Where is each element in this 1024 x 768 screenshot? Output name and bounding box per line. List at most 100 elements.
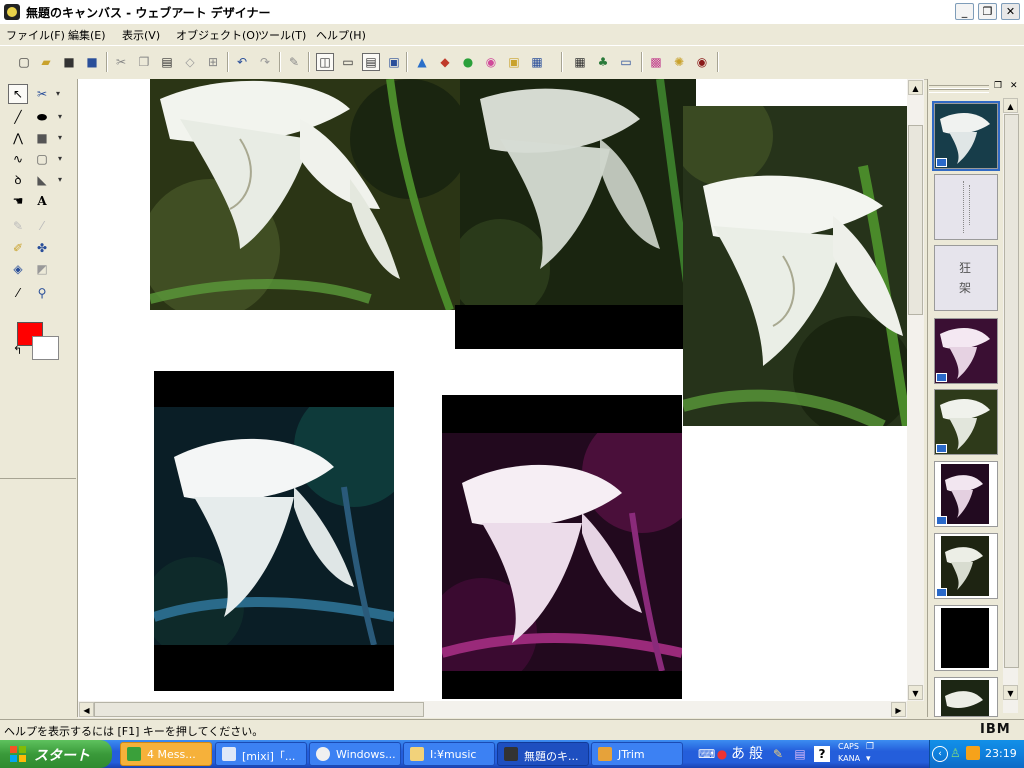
view-mode-4-icon[interactable]: ▣ bbox=[386, 54, 402, 70]
task-canvas[interactable]: 無題のキ... bbox=[497, 742, 589, 766]
line-tool-icon[interactable]: ╱ bbox=[9, 108, 27, 126]
minimize-button[interactable]: _ bbox=[955, 3, 974, 20]
gallery-thumb-text-vertical[interactable] bbox=[934, 174, 998, 240]
task-mixi[interactable]: [mixi]「... bbox=[215, 742, 307, 766]
gallery-thumb-magenta[interactable] bbox=[934, 318, 998, 384]
rounded-rect-dropdown-icon[interactable]: ▾ bbox=[58, 150, 64, 168]
ellipse-dropdown-icon[interactable]: ▾ bbox=[58, 108, 64, 126]
marker-tool-icon[interactable]: ✐ bbox=[9, 239, 27, 257]
paste-icon[interactable]: ▤ bbox=[159, 54, 175, 70]
cube-icon[interactable]: ◆ bbox=[437, 54, 453, 70]
brush-tool-icon[interactable]: ⁄ bbox=[33, 217, 51, 235]
clock[interactable]: 23:19 bbox=[985, 747, 1017, 760]
picture-icon[interactable]: ▭ bbox=[618, 54, 634, 70]
menu-edit[interactable]: 編集(E) bbox=[68, 27, 106, 43]
hand-tool-icon[interactable]: ☚ bbox=[9, 192, 27, 210]
polyline-tool-icon[interactable]: ⋀ bbox=[9, 129, 27, 147]
canvas[interactable] bbox=[78, 79, 907, 701]
gallery-scroll-thumb[interactable] bbox=[1004, 114, 1019, 668]
ime-tool-icon[interactable]: ✎ bbox=[770, 746, 786, 762]
menu-tools[interactable]: ツール(T) bbox=[258, 27, 306, 43]
image-icon[interactable]: ▲ bbox=[414, 54, 430, 70]
copy-icon[interactable]: ❐ bbox=[136, 54, 152, 70]
gallery-scroll-down-button[interactable]: ▼ bbox=[1003, 685, 1018, 700]
gradient-tool-icon[interactable]: ◩ bbox=[33, 260, 51, 278]
user-icon[interactable]: ♙ bbox=[950, 746, 962, 760]
scroll-up-button[interactable]: ▲ bbox=[908, 80, 923, 95]
ime-logo-icon[interactable]: ● bbox=[714, 746, 730, 762]
start-button[interactable]: スタート bbox=[0, 740, 112, 768]
ime-hiragana[interactable]: あ bbox=[730, 746, 746, 762]
pencil-tool-icon[interactable]: ✎ bbox=[9, 217, 27, 235]
clone-tool-icon[interactable]: ✤ bbox=[33, 239, 51, 257]
stamp-icon[interactable]: ◉ bbox=[483, 54, 499, 70]
gallery-scroll-up-button[interactable]: ▲ bbox=[1003, 98, 1018, 113]
brightness-icon[interactable]: ✺ bbox=[671, 54, 687, 70]
polygon-tool-icon[interactable]: ◣ bbox=[33, 171, 51, 189]
scroll-left-button[interactable]: ◀ bbox=[79, 702, 94, 717]
vertical-scroll-thumb[interactable] bbox=[908, 125, 923, 315]
ime-mode[interactable]: 般 bbox=[748, 746, 764, 762]
fill-tool-icon[interactable]: ◈ bbox=[9, 260, 27, 278]
menu-view[interactable]: 表示(V) bbox=[122, 27, 160, 43]
gallery-thumb-black[interactable] bbox=[934, 605, 998, 671]
task-messenger[interactable]: 4 Mess... bbox=[120, 742, 212, 766]
menu-help[interactable]: ヘルプ(H) bbox=[316, 27, 366, 43]
menu-file[interactable]: ファイル(F) bbox=[6, 27, 65, 43]
lily-photo-cyan[interactable] bbox=[154, 407, 394, 645]
task-windows-media[interactable]: Windows... bbox=[309, 742, 401, 766]
lasso-tool-icon[interactable]: ✂ bbox=[33, 85, 51, 103]
lily-photo-magenta[interactable] bbox=[442, 433, 682, 671]
view-mode-3-icon[interactable]: ▤ bbox=[362, 53, 380, 71]
ime-menu-icon[interactable]: ▾ bbox=[866, 754, 871, 764]
horizontal-scroll-thumb[interactable] bbox=[94, 702, 424, 717]
gallery-thumb-bottom[interactable] bbox=[934, 677, 998, 717]
ime-help-icon[interactable]: ? bbox=[814, 746, 830, 762]
shapes-icon[interactable]: ● bbox=[460, 54, 476, 70]
save-icon[interactable]: ■ bbox=[61, 54, 77, 70]
menu-object[interactable]: オブジェクト(O) bbox=[176, 27, 259, 43]
ime-restore-icon[interactable]: ❐ bbox=[866, 742, 874, 752]
title-bar[interactable]: 無題のキャンバス - ウェブアート デザイナー _ ❐ ✕ bbox=[0, 0, 1024, 25]
lily-photo-blur[interactable] bbox=[460, 79, 696, 305]
tree-icon[interactable]: ♣ bbox=[595, 54, 611, 70]
gallery-thumb-magenta-dark[interactable] bbox=[934, 461, 998, 527]
cut-icon[interactable]: ✂ bbox=[113, 54, 129, 70]
frame-icon[interactable]: ▣ bbox=[506, 54, 522, 70]
ime-dict-icon[interactable]: ▤ bbox=[792, 746, 808, 762]
keyboard-icon[interactable]: ⌨ bbox=[698, 746, 715, 762]
redo-icon[interactable]: ↷ bbox=[257, 54, 273, 70]
restore-button[interactable]: ❐ bbox=[978, 3, 997, 20]
scroll-down-button[interactable]: ▼ bbox=[908, 685, 923, 700]
task-music-folder[interactable]: I:¥music bbox=[403, 742, 495, 766]
rectangle-tool-icon[interactable]: ■ bbox=[33, 129, 51, 147]
close-button[interactable]: ✕ bbox=[1001, 3, 1020, 20]
gallery-thumb-text-kanji[interactable]: 狂 架 bbox=[934, 245, 998, 311]
freehand-tool-icon[interactable]: ꝺ bbox=[9, 171, 27, 189]
tile-icon[interactable]: ▦ bbox=[572, 54, 588, 70]
app-icon[interactable] bbox=[4, 4, 20, 20]
rounded-rect-tool-icon[interactable]: ▢ bbox=[33, 150, 51, 168]
lily-photo-natural[interactable] bbox=[150, 79, 460, 310]
screen-icon[interactable]: ▦ bbox=[529, 54, 545, 70]
lily-photo-large[interactable] bbox=[683, 106, 907, 426]
eye-icon[interactable]: ◉ bbox=[694, 54, 710, 70]
gallery-thumb-olive[interactable] bbox=[934, 533, 998, 599]
undo-icon[interactable]: ↶ bbox=[234, 54, 250, 70]
open-icon[interactable]: ▰ bbox=[38, 54, 54, 70]
eraser-icon[interactable]: ◇ bbox=[182, 54, 198, 70]
view-mode-2-icon[interactable]: ▭ bbox=[340, 54, 356, 70]
eyedropper-tool-icon[interactable]: ⁄ bbox=[9, 284, 27, 302]
view-mode-1-icon[interactable]: ◫ bbox=[316, 53, 334, 71]
polygon-dropdown-icon[interactable]: ▾ bbox=[58, 171, 64, 189]
rectangle-dropdown-icon[interactable]: ▾ bbox=[58, 129, 64, 147]
gallery-thumb-green[interactable] bbox=[934, 389, 998, 455]
color-icon[interactable]: ▩ bbox=[648, 54, 664, 70]
background-color-swatch[interactable] bbox=[32, 336, 59, 360]
ellipse-tool-icon[interactable]: ⬬ bbox=[33, 108, 51, 126]
tray-collapse-icon[interactable]: ‹ bbox=[932, 746, 948, 762]
text-tool-icon[interactable]: A bbox=[33, 192, 51, 210]
task-jtrim[interactable]: JTrim bbox=[591, 742, 683, 766]
select-tool-icon[interactable]: ↖ bbox=[8, 84, 28, 104]
zoom-tool-icon[interactable]: ⚲ bbox=[33, 284, 51, 302]
